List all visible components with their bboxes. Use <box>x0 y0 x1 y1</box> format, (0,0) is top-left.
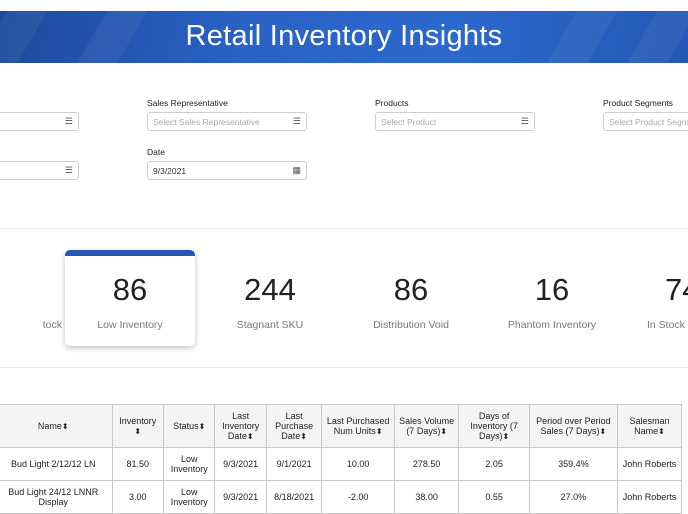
cell-last-purchased-units: -2.00 <box>321 480 395 514</box>
calendar-icon: ▦ <box>292 165 301 175</box>
sales-rep-select[interactable]: Select Sales Representative ☰ <box>147 112 307 131</box>
kpi-label: Phantom Inventory <box>507 319 597 331</box>
sort-icon: ⬍ <box>502 431 510 441</box>
filter-left-2[interactable]: ☰ <box>0 161 79 180</box>
cell-pop-sales: 359.4% <box>528 447 618 481</box>
sales-rep-label: Sales Representative <box>147 98 228 108</box>
sort-icon: ⬍ <box>599 426 607 436</box>
products-label: Products <box>375 98 409 108</box>
divider <box>0 367 688 368</box>
segments-label: Product Segments <box>603 98 673 108</box>
list-icon: ☰ <box>520 116 529 126</box>
cell-name: Bud Light 2/12/12 LN <box>0 447 113 481</box>
cell-inventory: 3.00 <box>111 480 164 514</box>
divider <box>0 228 688 229</box>
table-row[interactable]: Bud Light 24/12 LNNR Display 3.00 Low In… <box>0 480 683 514</box>
cell-days-of-inventory: 2.05 <box>458 447 530 481</box>
cell-salesman: John Roberts <box>616 480 683 514</box>
cell-status: Low Inventory <box>162 480 216 514</box>
sort-icon: ⬍ <box>658 426 665 436</box>
list-icon: ☰ <box>64 165 73 175</box>
kpi-label: Stagnant SKU <box>236 319 304 331</box>
kpi-label: tock <box>42 319 62 331</box>
kpi-label: In Stock <box>647 319 685 331</box>
cell-salesman: John Roberts <box>616 447 683 481</box>
column-header[interactable]: Period over Period Sales (7 Days)⬍ <box>528 404 618 448</box>
sort-icon: ⬍ <box>61 421 69 431</box>
column-header[interactable]: Days of Inventory (7 Days)⬍ <box>458 404 530 448</box>
table-row[interactable]: Bud Light 2/12/12 LN 81.50 Low Inventory… <box>0 447 683 481</box>
list-icon: ☰ <box>292 116 301 126</box>
column-header[interactable]: Salesman Name⬍ <box>616 404 683 448</box>
sort-icon: ⬍ <box>375 426 383 436</box>
cell-name: Bud Light 24/12 LNNR Display <box>0 480 113 514</box>
kpi-distribution-void[interactable]: 86 Distribution Void <box>346 250 476 346</box>
kpi-value: 74 <box>665 272 688 307</box>
sort-icon: ⬍ <box>246 431 254 441</box>
column-header[interactable]: Last Purchase Date⬍ <box>265 404 323 448</box>
kpi-value: 86 <box>112 272 148 307</box>
sort-icon: ⬍ <box>134 426 142 436</box>
cell-last-inventory-date: 9/3/2021 <box>214 480 267 514</box>
kpi-value: 244 <box>244 272 296 307</box>
cell-days-of-inventory: 0.55 <box>458 480 530 514</box>
kpi-label: Low Inventory <box>97 319 163 331</box>
cell-last-purchased-units: 10.00 <box>321 447 395 481</box>
sort-icon: ⬍ <box>440 426 448 436</box>
column-header[interactable]: Status⬍ <box>162 404 216 448</box>
kpi-stagnant-sku[interactable]: 244 Stagnant SKU <box>205 250 335 346</box>
products-select[interactable]: Select Product ☰ <box>375 112 535 131</box>
page-title: Retail Inventory Insights <box>185 20 503 52</box>
cell-status: Low Inventory <box>162 447 216 481</box>
column-header[interactable]: Last Purchased Num Units⬍ <box>321 404 395 448</box>
column-header[interactable]: Last Inventory Date⬍ <box>214 404 267 448</box>
date-label: Date <box>147 147 165 157</box>
kpi-phantom-inventory[interactable]: 16 Phantom Inventory <box>487 250 617 346</box>
kpi-low-inventory[interactable]: 86 Low Inventory <box>65 250 195 346</box>
cell-pop-sales: 27.0% <box>528 480 618 514</box>
sort-icon: ⬍ <box>198 421 206 431</box>
table-header-row: Name⬍ Inventory ⬍ Status⬍ Last Inventory … <box>0 404 683 448</box>
cell-inventory: 81.50 <box>111 447 164 481</box>
column-header[interactable]: Sales Volume (7 Days)⬍ <box>393 404 460 448</box>
cell-last-purchase-date: 9/1/2021 <box>265 447 323 481</box>
cell-last-purchase-date: 8/18/2021 <box>265 480 323 514</box>
column-header[interactable]: Name⬍ <box>0 404 113 448</box>
column-header[interactable]: Inventory ⬍ <box>111 404 164 448</box>
kpi-value: 16 <box>534 272 570 307</box>
sort-icon: ⬍ <box>300 431 307 441</box>
cell-sales-volume: 278.50 <box>393 447 460 481</box>
filter-left-1[interactable]: ☰ <box>0 112 79 131</box>
kpi-out-of-stock[interactable]: tock <box>0 250 62 346</box>
inventory-table: Name⬍ Inventory ⬍ Status⬍ Last Inventory … <box>0 404 683 514</box>
kpi-in-stock[interactable]: 74 In Stock <box>618 250 688 346</box>
kpi-label: Distribution Void <box>373 319 449 331</box>
cell-sales-volume: 38.00 <box>393 480 460 514</box>
list-icon: ☰ <box>64 116 73 126</box>
cell-last-inventory-date: 9/3/2021 <box>214 447 267 481</box>
kpi-value: 86 <box>393 272 429 307</box>
header-banner: Retail Inventory Insights <box>0 11 688 63</box>
date-input[interactable]: 9/3/2021 ▦ <box>147 161 307 180</box>
segments-select[interactable]: Select Product Segments <box>603 112 688 131</box>
